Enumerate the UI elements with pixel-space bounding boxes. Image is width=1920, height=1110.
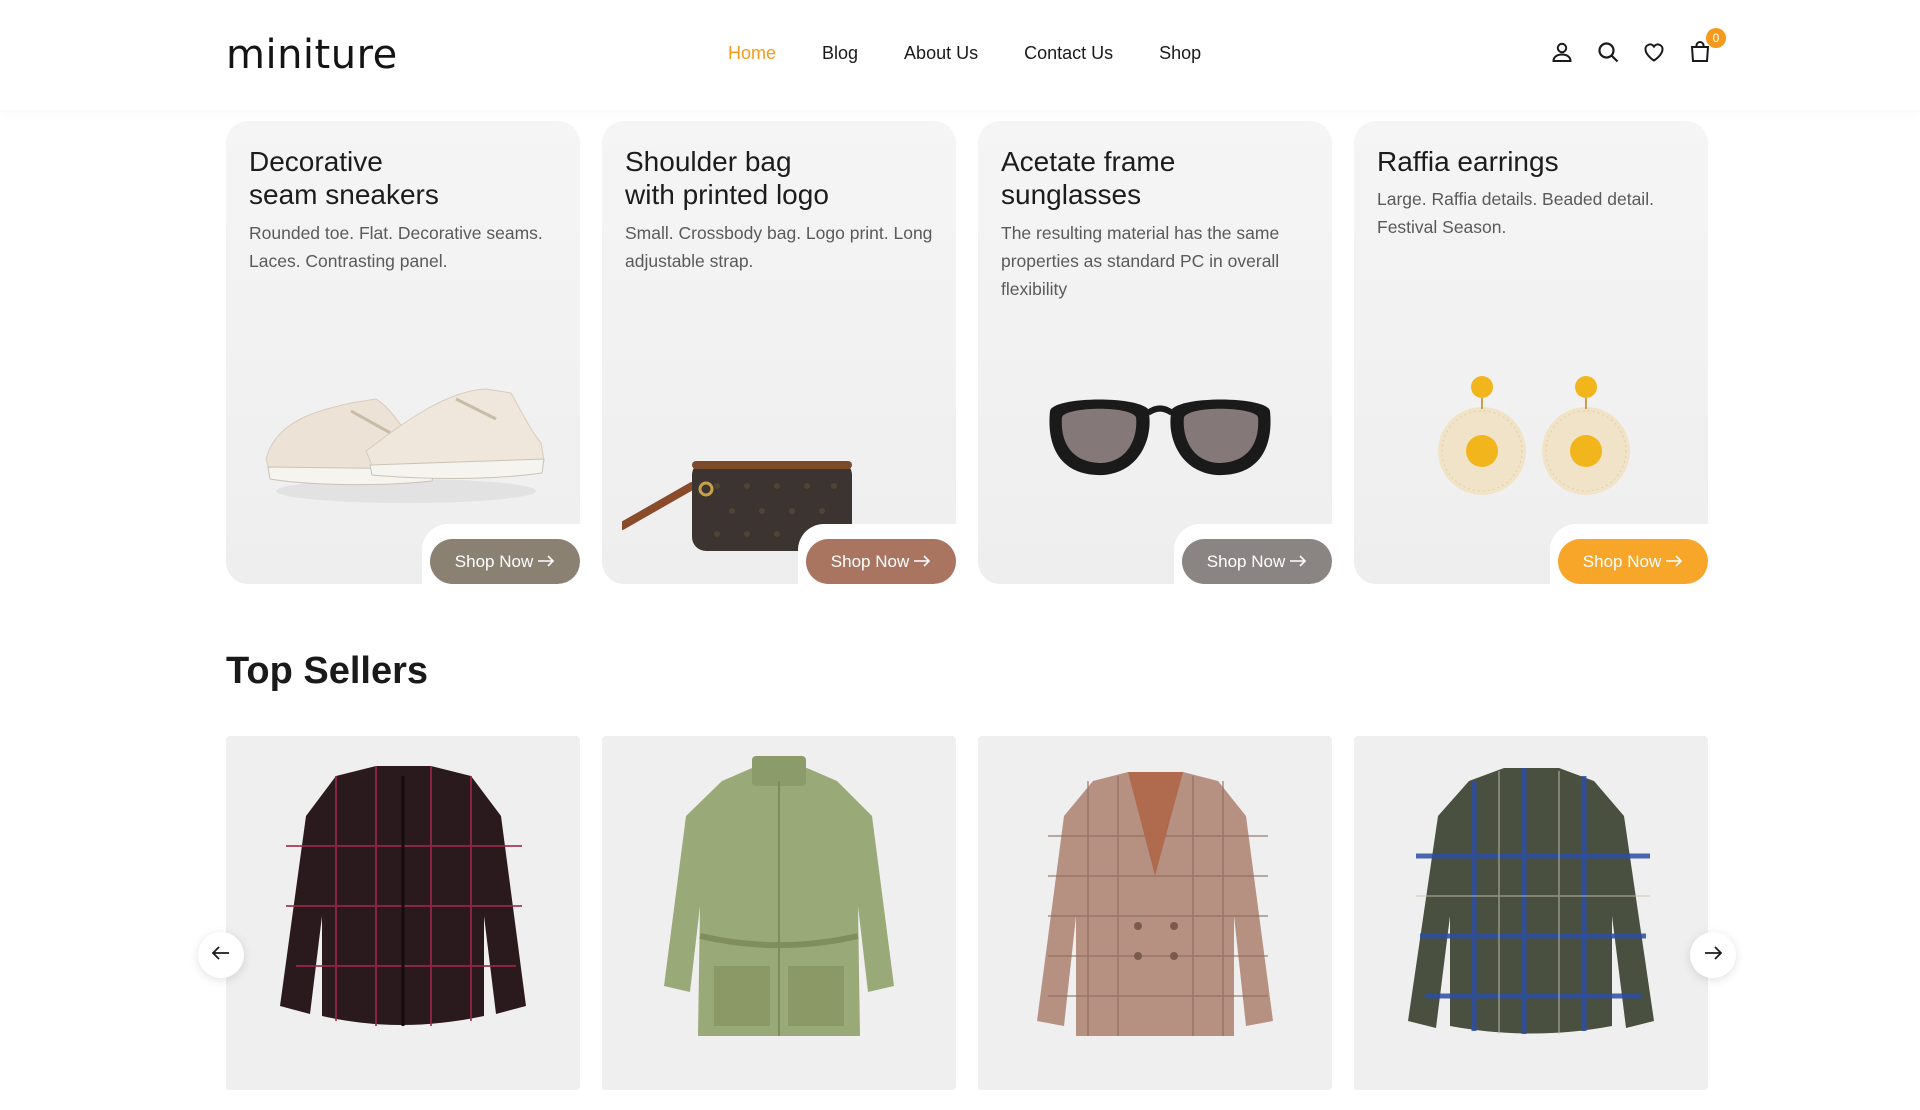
main-nav: Home Blog About Us Contact Us Shop (728, 43, 1247, 64)
green-jacket-image (664, 756, 894, 1036)
earrings-image (1438, 376, 1630, 495)
sneakers-image (265, 388, 545, 503)
promo-card-sunglasses[interactable]: Acetate frame sunglasses The resulting m… (978, 121, 1332, 584)
arrow-right-icon (913, 552, 931, 572)
user-icon[interactable] (1550, 40, 1574, 64)
shop-now-button[interactable]: Shop Now (806, 539, 956, 584)
product-card[interactable] (226, 736, 580, 1090)
arrow-right-icon (1289, 552, 1307, 572)
carousel-next-button[interactable] (1690, 932, 1736, 978)
arrow-right-icon (1665, 552, 1683, 572)
card-title: Shoulder bag with printed logo (625, 146, 829, 210)
card-description: Rounded toe. Flat. Decorative seams. Lac… (249, 223, 543, 271)
product-card[interactable] (978, 736, 1332, 1090)
blue-tweed-shirt-image (1408, 768, 1654, 1034)
cart-count-badge: 0 (1706, 28, 1726, 48)
top-sellers-title: Top Sellers (226, 650, 429, 692)
nav-shop[interactable]: Shop (1159, 43, 1201, 64)
card-title: Decorative seam sneakers (249, 146, 439, 210)
card-description: Large. Raffia details. Beaded detail. Fe… (1377, 189, 1654, 237)
card-title: Raffia earrings (1377, 146, 1559, 177)
heart-icon[interactable] (1642, 40, 1666, 64)
promo-cards: Decorative seam sneakers Rounded toe. Fl… (226, 121, 1708, 585)
card-description: The resulting material has the same prop… (1001, 223, 1280, 299)
nav-about-us[interactable]: About Us (904, 43, 978, 64)
shop-now-button[interactable]: Shop Now (1558, 539, 1708, 584)
product-card[interactable] (1354, 736, 1708, 1090)
nav-home[interactable]: Home (728, 43, 776, 64)
plaid-jacket-image (280, 766, 526, 1026)
promo-card-shoulder-bag[interactable]: Shoulder bag with printed logo Small. Cr… (602, 121, 956, 584)
card-description: Small. Crossbody bag. Logo print. Long a… (625, 223, 933, 271)
arrow-left-icon (211, 945, 230, 965)
nav-contact-us[interactable]: Contact Us (1024, 43, 1113, 64)
promo-card-raffia-earrings[interactable]: Raffia earrings Large. Raffia details. B… (1354, 121, 1708, 584)
search-icon[interactable] (1596, 40, 1620, 64)
site-header: miniture Home Blog About Us Contact Us S… (0, 0, 1920, 110)
arrow-right-icon (537, 552, 555, 572)
checked-blazer-image (1037, 772, 1273, 1036)
promo-card-sneakers[interactable]: Decorative seam sneakers Rounded toe. Fl… (226, 121, 580, 584)
carousel-prev-button[interactable] (198, 932, 244, 978)
sunglasses-image (1049, 399, 1271, 476)
product-card[interactable] (602, 736, 956, 1090)
cart-icon[interactable]: 0 (1688, 28, 1726, 64)
shop-now-button[interactable]: Shop Now (1182, 539, 1332, 584)
arrow-right-icon (1704, 945, 1723, 965)
shop-now-button[interactable]: Shop Now (430, 539, 580, 584)
header-icons: 0 (1550, 28, 1726, 64)
card-title: Acetate frame sunglasses (1001, 146, 1176, 210)
site-logo[interactable]: miniture (226, 32, 398, 78)
nav-blog[interactable]: Blog (822, 43, 858, 64)
